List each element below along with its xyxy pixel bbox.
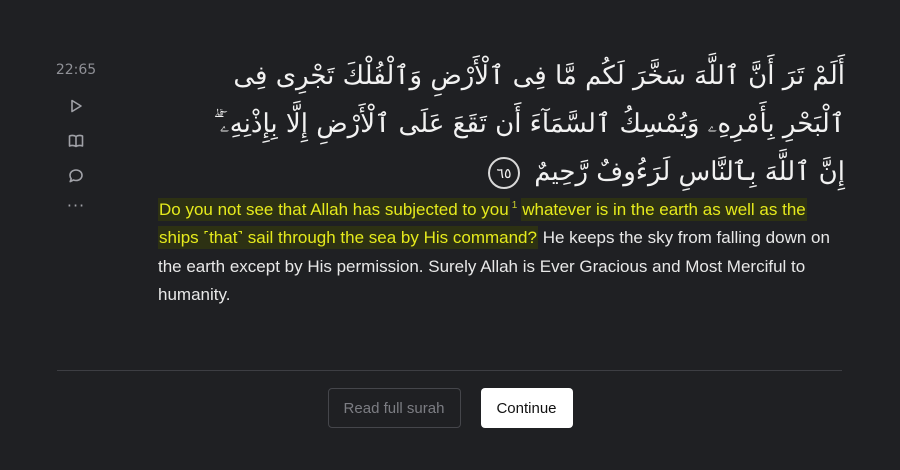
play-button[interactable] [62,92,90,120]
highlighted-translation-part-1: Do you not see that Allah has subjected … [158,197,510,221]
verse-key[interactable]: 22:65 [56,62,96,78]
divider [57,370,842,371]
book-icon [68,134,84,148]
footnote-marker[interactable]: 1 [512,200,518,211]
continue-button[interactable]: Continue [480,388,573,428]
reflection-button[interactable] [62,162,90,190]
action-buttons: Read full surah Continue [0,388,900,428]
read-full-surah-button[interactable]: Read full surah [327,388,461,428]
play-icon [71,99,82,113]
chat-bubble-icon [69,169,83,183]
verse-translation: Do you not see that Allah has subjected … [158,192,848,310]
ayah-number-marker: ٦٥ [487,157,520,189]
arabic-verse-text: أَلَمْ تَرَ أَنَّ ٱللَّهَ سَخَّرَ لَكُم … [213,61,845,187]
verse-actions-sidebar: 22:65 ··· [50,62,102,222]
more-options-button[interactable]: ··· [62,197,90,215]
tafsir-button[interactable] [62,127,90,155]
arabic-verse: أَلَمْ تَرَ أَنَّ ٱللَّهَ سَخَّرَ لَكُم … [200,52,845,196]
